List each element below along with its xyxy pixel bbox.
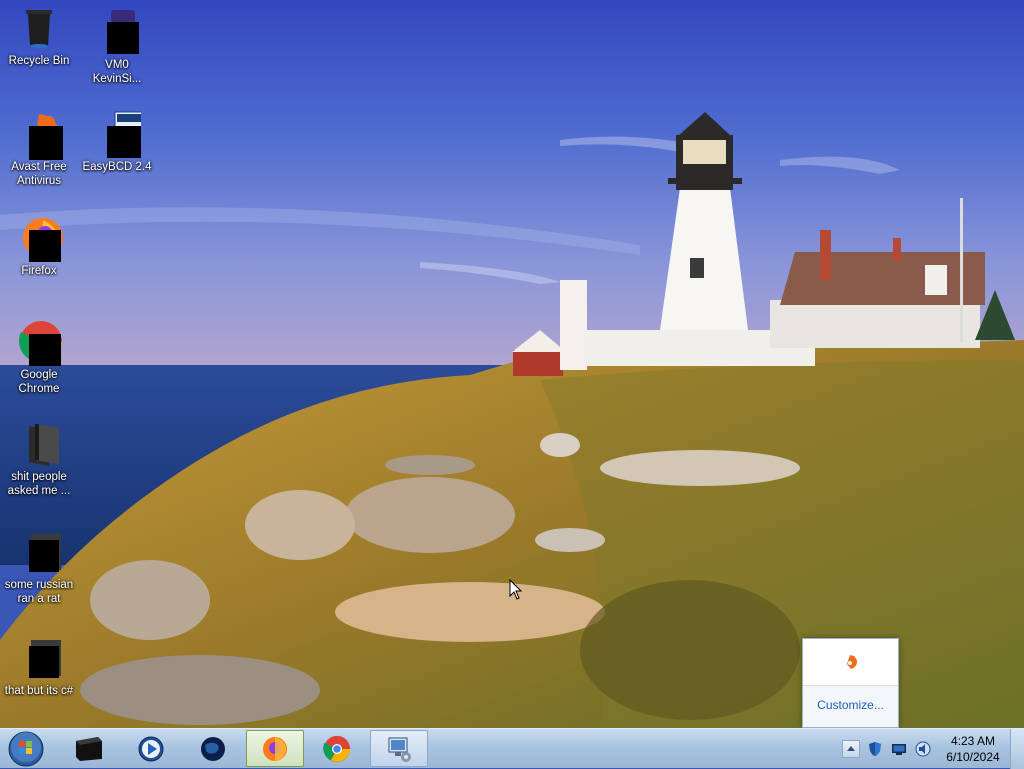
desktop-icon-recycle-bin[interactable]: Recycle Bin <box>0 4 78 68</box>
desktop-icon-chrome[interactable]: Google Chrome <box>0 318 78 396</box>
show-desktop-button[interactable] <box>1010 729 1024 769</box>
desktop-icon-label: that but its c# <box>4 685 74 697</box>
chrome-icon <box>15 318 63 366</box>
chrome-icon <box>323 735 351 762</box>
network-computer-icon <box>388 737 411 762</box>
media-player-icon <box>138 736 164 761</box>
tray-overflow-icons <box>803 639 898 686</box>
folder-icon <box>15 420 63 468</box>
text-file-icon <box>15 528 63 576</box>
taskbar-network-app-button[interactable] <box>370 730 428 767</box>
globe-icon <box>201 736 225 761</box>
desktop-icon-avast[interactable]: Avast Free Antivirus <box>0 110 78 188</box>
volume-tray-icon[interactable] <box>915 741 931 757</box>
recycle-bin-icon <box>15 4 63 52</box>
desktop-icon-label: Firefox <box>21 265 57 277</box>
windows-orb-icon <box>8 731 44 767</box>
clock-date: 6/10/2024 <box>946 750 1000 764</box>
easybcd-icon <box>93 110 144 158</box>
action-center-tray-icon[interactable] <box>867 741 883 757</box>
desktop-icon-label: shit people asked me ... <box>7 471 71 497</box>
taskbar: 4:23 AM 6/10/2024 <box>0 728 1024 769</box>
speaker-icon <box>915 741 931 757</box>
taskbar-chrome-button[interactable] <box>308 730 366 767</box>
customize-link[interactable]: Customize... <box>803 698 898 712</box>
mouse-cursor-icon <box>509 579 523 600</box>
desktop-icon-firefox[interactable]: Firefox <box>0 214 78 278</box>
taskbar-firefox-button[interactable] <box>246 730 304 767</box>
firefox-icon <box>15 214 63 262</box>
desktop-icon-that-but-csharp[interactable]: that but its c# <box>0 634 78 698</box>
avast-tray-icon[interactable] <box>842 654 858 670</box>
chevron-up-icon <box>847 746 855 751</box>
shield-icon <box>869 742 881 756</box>
network-tray-icon[interactable] <box>891 741 907 757</box>
desktop-icon-label: Google Chrome <box>18 369 60 395</box>
show-hidden-icons-button[interactable] <box>842 740 860 758</box>
desktop-icon-label: VM0 KevinSi... <box>92 59 142 85</box>
desktop-icon-shit-people[interactable]: shit people asked me ... <box>0 420 78 498</box>
taskbar-media-player-button[interactable] <box>122 730 180 767</box>
avast-icon <box>15 110 63 160</box>
desktop-icon-label: EasyBCD 2.4 <box>82 161 152 173</box>
desktop-icon-easybcd[interactable]: EasyBCD 2.4 <box>78 110 156 174</box>
text-file-icon <box>15 634 63 682</box>
desktop-icon-some-russian[interactable]: some russian ran a rat <box>0 528 78 606</box>
firefox-icon <box>263 736 287 761</box>
desktop-icon-vm0[interactable]: VM0 KevinSi... <box>78 8 156 86</box>
desktop-icon-label: Avast Free Antivirus <box>11 161 67 187</box>
folder-icon <box>76 736 102 761</box>
video-file-icon <box>93 8 141 56</box>
start-button[interactable] <box>4 729 48 769</box>
clock-time: 4:23 AM <box>950 734 996 748</box>
tray-overflow-popup: Customize... <box>802 638 899 728</box>
desktop-icon-label: some russian ran a rat <box>4 579 74 605</box>
desktop-icon-label: Recycle Bin <box>8 55 70 67</box>
taskbar-globe-button[interactable] <box>184 730 242 767</box>
system-clock[interactable]: 4:23 AM 6/10/2024 <box>938 733 1008 765</box>
taskbar-explorer-button[interactable] <box>60 730 118 767</box>
network-monitor-icon <box>892 744 906 755</box>
